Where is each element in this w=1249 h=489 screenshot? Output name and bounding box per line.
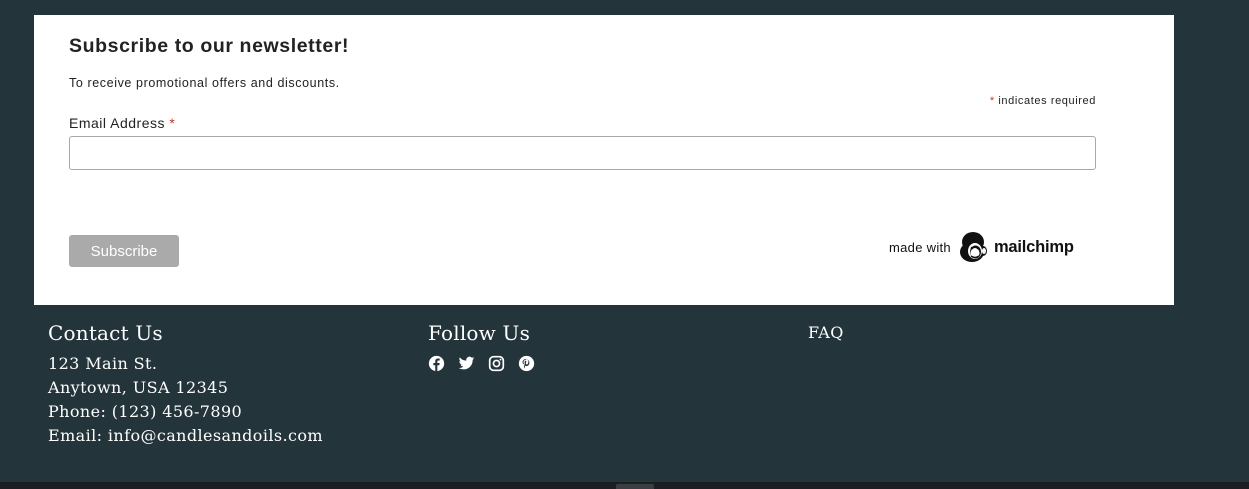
footer-faq-column: FAQ [808,318,844,348]
bottom-bar-tab [616,484,654,489]
pinterest-icon[interactable] [518,355,535,372]
contact-email: Email: info@candlesandoils.com [48,426,323,445]
email-label: Email Address * [69,115,175,131]
social-links [428,355,535,372]
contact-phone: Phone: (123) 456-7890 [48,402,243,421]
required-note-text: indicates required [998,95,1096,107]
footer-follow-column: Follow Us [428,318,535,372]
email-input[interactable] [69,136,1096,170]
mailchimp-badge-link[interactable]: made with mailchimp [889,229,1074,265]
mailchimp-wordmark: mailchimp [993,237,1074,256]
contact-details: 123 Main St. Anytown, USA 12345 Phone: (… [48,352,323,448]
mailchimp-logo-icon [959,232,987,262]
newsletter-title: Subscribe to our newsletter! [69,35,350,57]
email-required-asterisk: * [169,115,176,131]
faq-link[interactable]: FAQ [808,323,844,342]
made-with-text: made with [889,239,951,255]
subscribe-button[interactable]: Subscribe [69,235,179,267]
email-label-text: Email Address [69,115,165,131]
footer-contact-column: Contact Us 123 Main St. Anytown, USA 123… [48,318,323,448]
newsletter-subtitle: To receive promotional offers and discou… [69,76,340,90]
facebook-icon[interactable] [428,355,445,372]
newsletter-signup-form: Subscribe to our newsletter! To receive … [34,15,1174,305]
page: Subscribe to our newsletter! To receive … [0,0,1249,489]
twitter-icon[interactable] [458,355,475,372]
contact-heading: Contact Us [48,321,163,345]
contact-address-line-2: Anytown, USA 12345 [48,378,229,397]
required-note: * indicates required [990,95,1096,107]
bottom-edge-bar [0,481,1249,489]
follow-heading: Follow Us [428,321,531,345]
contact-address-line-1: 123 Main St. [48,354,158,373]
instagram-icon[interactable] [488,355,505,372]
required-asterisk: * [989,95,995,107]
